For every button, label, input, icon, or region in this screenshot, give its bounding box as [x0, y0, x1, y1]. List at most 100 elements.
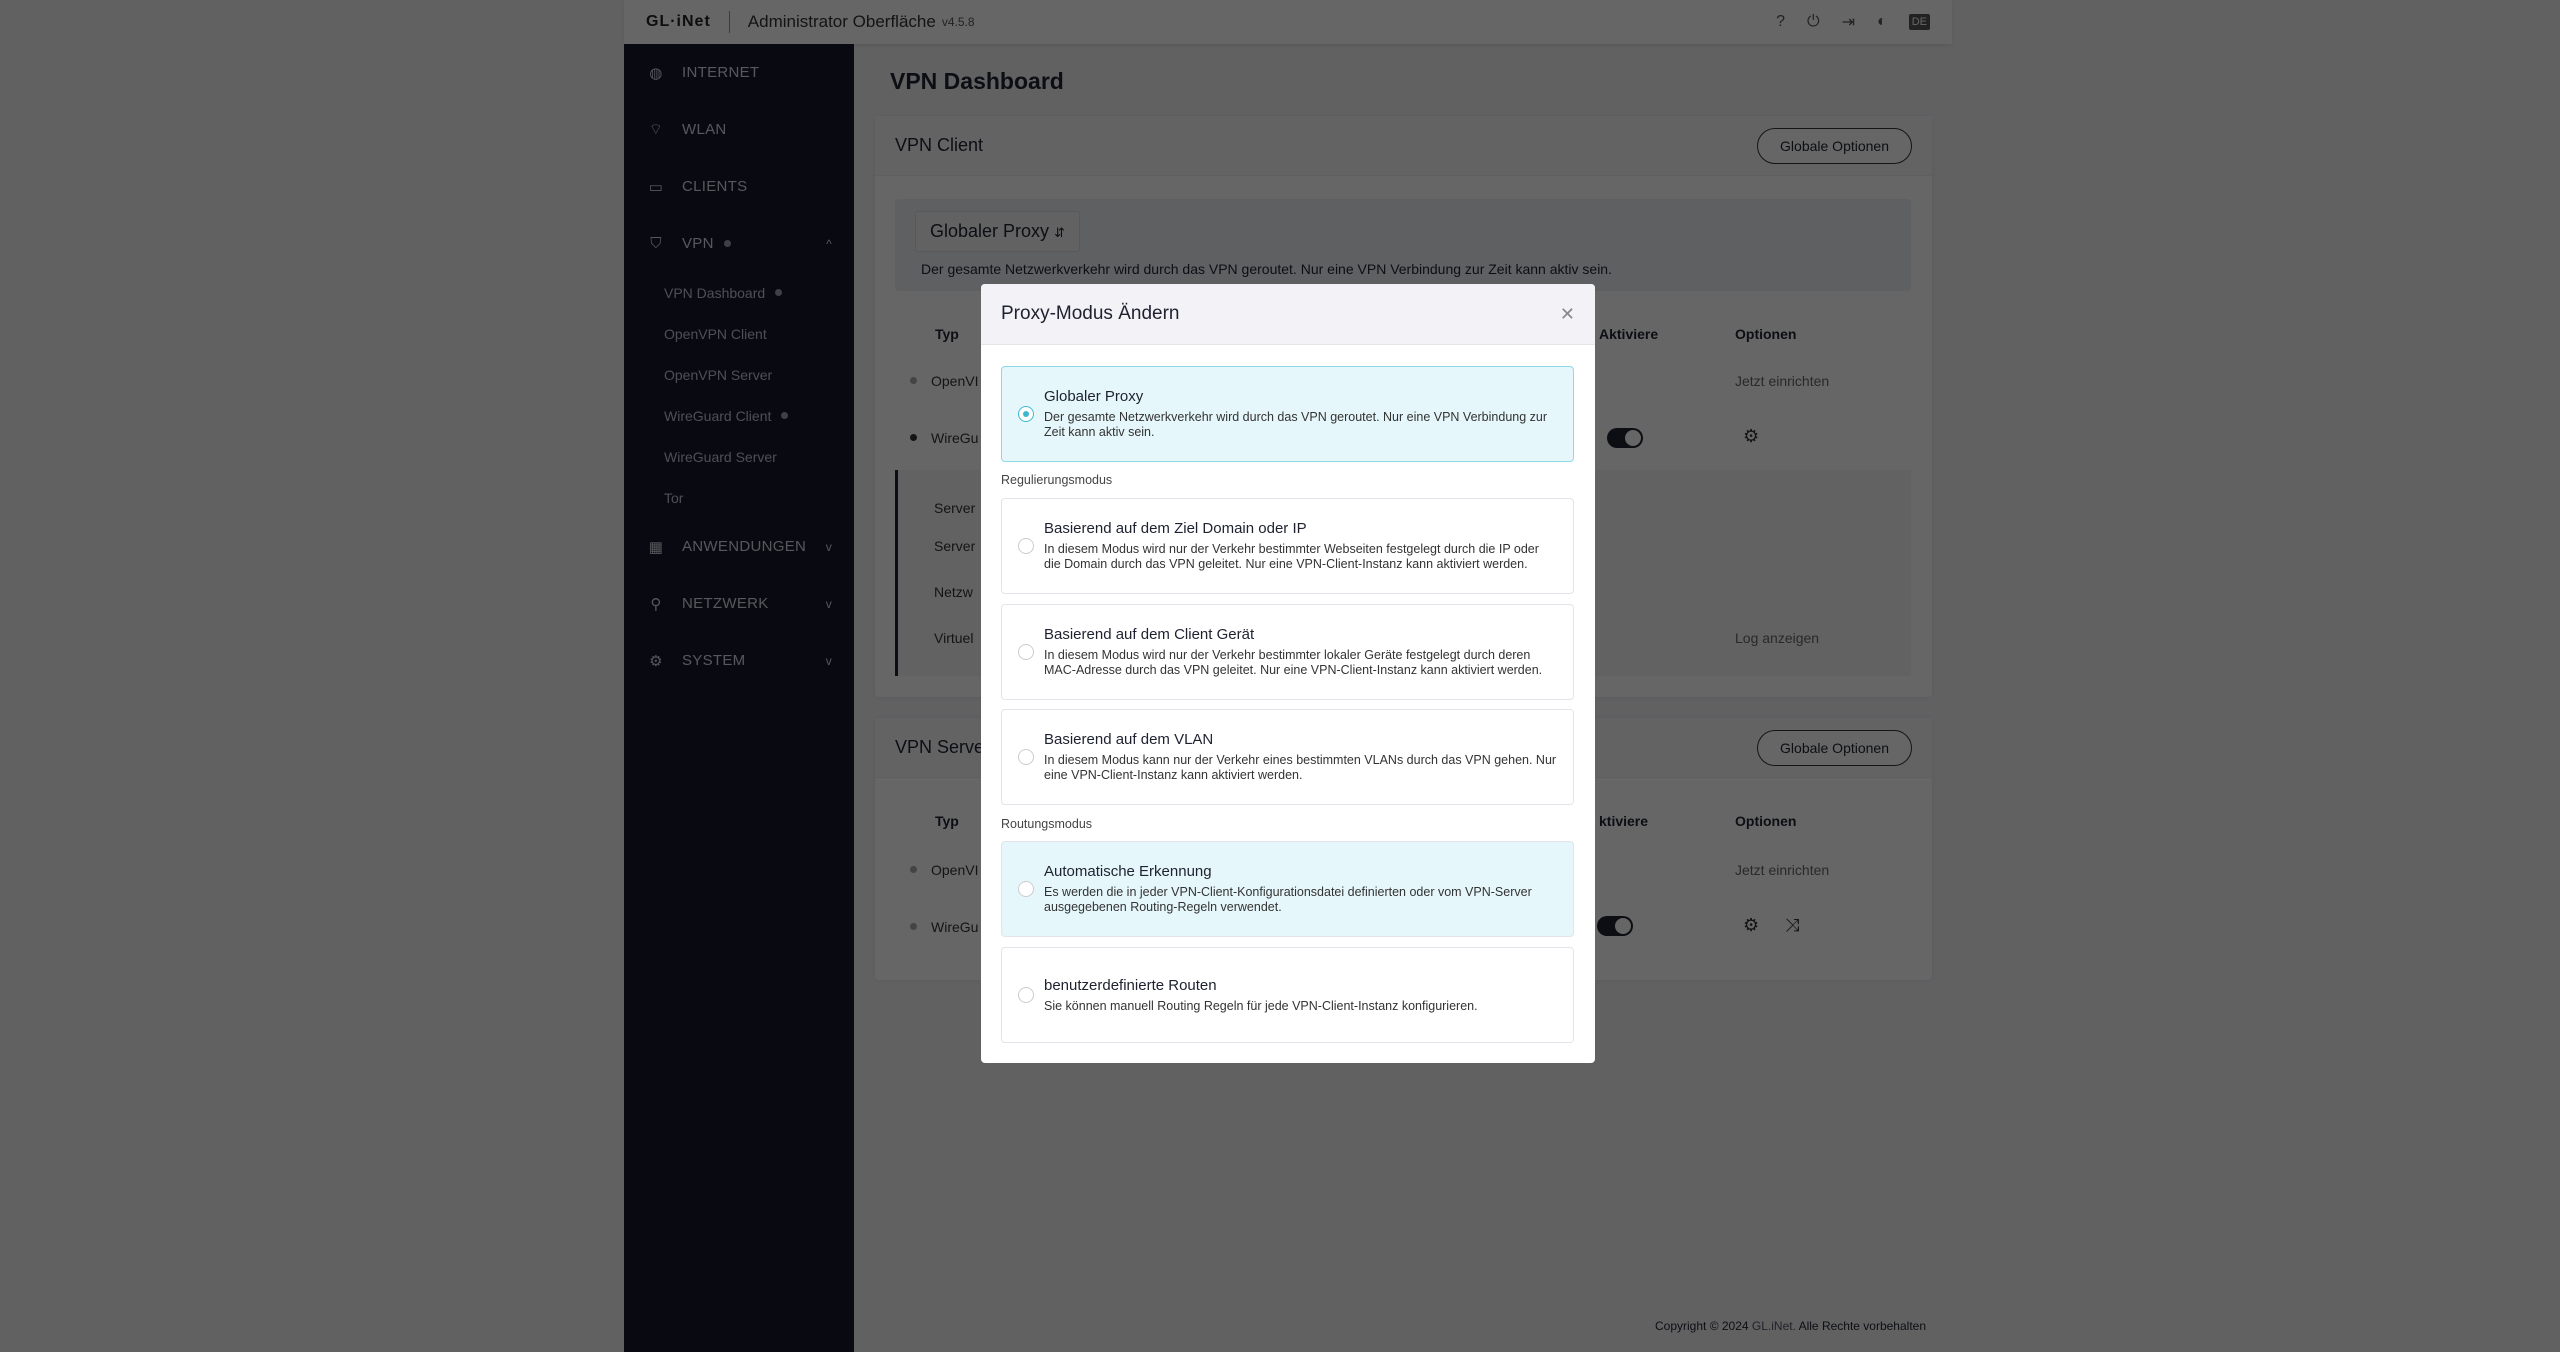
gear-icon: ⚙	[649, 652, 663, 670]
proxy-mode-button[interactable]: Globaler Proxy ⇵	[915, 211, 1080, 252]
option-title: Globaler Proxy	[1044, 388, 1144, 405]
setup-link[interactable]: Jetzt einrichten	[1735, 373, 1829, 389]
option-desc: Der gesamte Netzwerkverkehr wird durch d…	[1044, 410, 1548, 439]
status-dot	[781, 412, 789, 419]
col-enable: Aktiviere	[1599, 326, 1659, 342]
label: WLAN	[682, 121, 727, 138]
shield-icon: ⛉	[650, 235, 662, 252]
row-type: WireGu	[931, 430, 979, 446]
wifi-icon: ⌔	[648, 121, 664, 138]
label: CLIENTS	[682, 178, 748, 195]
status-dot	[910, 434, 917, 441]
group-label: Regulierungsmodus	[1001, 473, 1113, 487]
global-options-button[interactable]: Globale Optionen	[1757, 127, 1912, 164]
option-desc: In diesem Modus kann nur der Verkehr ein…	[1044, 753, 1557, 782]
rights: Alle Rechte vorbehalten	[1795, 1319, 1927, 1333]
swap-icon: ⇵	[1054, 225, 1065, 240]
radio[interactable]	[1018, 538, 1034, 554]
language-button[interactable]: DE	[1908, 14, 1930, 30]
setup-link[interactable]: Jetzt einrichten	[1735, 862, 1829, 878]
option-title: Automatische Erkennung	[1044, 863, 1212, 880]
row-type: WireGu	[931, 919, 979, 935]
chevron-down-icon: v	[825, 653, 832, 668]
status-dot	[910, 923, 917, 930]
dialog-title: Proxy-Modus Ändern	[1001, 303, 1180, 324]
detail-label: Server	[934, 538, 976, 554]
top-header: GL·iNet Administrator Oberfläche v4.5.8 …	[624, 0, 1952, 44]
close-icon[interactable]: ✕	[1560, 304, 1575, 325]
radio[interactable]	[1018, 987, 1034, 1003]
option-vlan[interactable]: Basierend auf dem VLAN In diesem Modus ka…	[1001, 709, 1574, 805]
sidebar-item-vpn[interactable]: ⛉ VPN ^	[624, 215, 854, 272]
sidebar: ◍ INTERNET ⌔ WLAN ▭ CLIENTS ⛉ VPN ^ VPN Dashb…	[624, 44, 854, 1352]
option-desc: In diesem Modus wird nur der Verkehr bes…	[1044, 648, 1543, 677]
radio-selected[interactable]	[1018, 406, 1034, 422]
network-icon: ⚲	[650, 595, 662, 613]
sidebar-item-wlan[interactable]: ⌔ WLAN	[624, 101, 854, 158]
sidebar-sub-wireguard-server[interactable]: WireGuard Server	[624, 436, 854, 477]
theme-icon[interactable]: ◐	[1877, 13, 1887, 31]
option-domain-ip[interactable]: Basierend auf dem Ziel Domain oder IP In …	[1001, 498, 1574, 594]
option-desc: Es werden die in jeder VPN-Client-Konfig…	[1044, 885, 1532, 914]
option-auto-detect[interactable]: Automatische Erkennung Es werden die in j…	[1001, 841, 1574, 937]
status-dot	[910, 377, 917, 384]
radio[interactable]	[1018, 644, 1034, 660]
chevron-up-icon: ^	[826, 236, 832, 251]
sidebar-item-internet[interactable]: ◍ INTERNET	[624, 44, 854, 101]
chevron-down-icon: v	[825, 596, 832, 611]
help-icon[interactable]: ?	[1776, 13, 1785, 31]
radio[interactable]	[1018, 881, 1034, 897]
logout-icon[interactable]: ⇥	[1842, 12, 1855, 32]
label: WireGuard Client	[664, 407, 772, 424]
divider	[728, 11, 730, 33]
app-title: Administrator Oberfläche	[747, 12, 936, 31]
shuffle-icon[interactable]: ⤨	[1785, 915, 1799, 936]
sidebar-sub-openvpn-client[interactable]: OpenVPN Client	[624, 313, 854, 354]
radio[interactable]	[1018, 749, 1034, 765]
col-type: Typ	[935, 813, 959, 829]
detail-label: Netzw	[934, 584, 973, 600]
option-global-proxy[interactable]: Globaler Proxy Der gesamte Netzwerkverkeh…	[1001, 366, 1574, 462]
log-link[interactable]: Log anzeigen	[1735, 630, 1819, 646]
status-dot	[723, 240, 731, 247]
sidebar-item-system[interactable]: ⚙ SYSTEM v	[624, 632, 854, 689]
proxy-desc: Der gesamte Netzwerkverkehr wird durch d…	[921, 261, 1612, 277]
footer: Copyright © 2024 GL.iNet. Alle Rechte vo…	[1655, 1319, 1926, 1333]
label: VPN	[682, 235, 714, 252]
status-dot	[910, 866, 917, 873]
sidebar-sub-wireguard-client[interactable]: WireGuard Client	[624, 395, 854, 436]
sidebar-item-clients[interactable]: ▭ CLIENTS	[624, 158, 854, 215]
sidebar-sub-tor[interactable]: Tor	[624, 477, 854, 518]
label: NETZWERK	[682, 595, 769, 612]
detail-label: Server	[934, 500, 976, 516]
status-dot	[775, 289, 783, 296]
gear-icon[interactable]: ⚙	[1743, 426, 1759, 447]
power-icon[interactable]: ⏻	[1807, 13, 1820, 31]
copyright: Copyright © 2024	[1655, 1319, 1752, 1333]
sidebar-sub-vpn-dashboard[interactable]: VPN Dashboard	[624, 272, 854, 313]
option-title: benutzerdefinierte Routen	[1044, 976, 1217, 994]
group-label: Routungsmodus	[1001, 817, 1093, 831]
chevron-down-icon: v	[825, 539, 832, 554]
enable-toggle[interactable]	[1607, 428, 1643, 448]
card-title: VPN Serve	[895, 737, 985, 757]
option-custom-routes[interactable]: benutzerdefinierte Routen Sie können manu…	[1001, 947, 1574, 1043]
sidebar-item-apps[interactable]: ▦ ANWENDUNGEN v	[624, 518, 854, 575]
sidebar-sub-openvpn-server[interactable]: OpenVPN Server	[624, 354, 854, 395]
option-desc: Sie können manuell Routing Regeln für je…	[1044, 998, 1478, 1013]
label: VPN Dashboard	[664, 284, 766, 301]
option-client-device[interactable]: Basierend auf dem Client Gerät In diesem …	[1001, 604, 1574, 700]
label: INTERNET	[682, 64, 760, 81]
gear-icon[interactable]: ⚙	[1743, 915, 1759, 936]
sidebar-item-network[interactable]: ⚲ NETZWERK v	[624, 575, 854, 632]
option-title: Basierend auf dem Ziel Domain oder IP	[1044, 520, 1307, 537]
globe-icon: ◍	[649, 64, 663, 82]
brand-link[interactable]: GL.iNet.	[1752, 1319, 1796, 1333]
devices-icon: ▭	[648, 178, 664, 196]
global-options-button[interactable]: Globale Optionen	[1757, 729, 1912, 766]
logo: GL·iNet	[646, 13, 711, 30]
option-title: Basierend auf dem Client Gerät	[1044, 626, 1255, 643]
apps-icon: ▦	[648, 538, 664, 556]
page-title: VPN Dashboard	[890, 68, 1064, 94]
enable-toggle[interactable]	[1597, 916, 1633, 936]
